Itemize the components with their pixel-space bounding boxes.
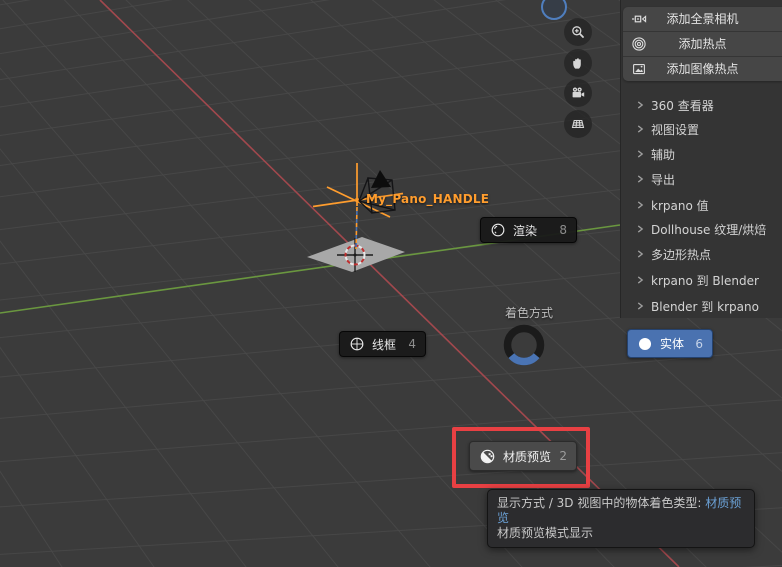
tooltip-line2: 材质预览模式显示	[497, 526, 594, 540]
add-panorama-camera-button[interactable]: 添加全景相机	[623, 7, 782, 32]
button-label: 添加全景相机	[666, 12, 739, 26]
zoom-button[interactable]	[564, 18, 592, 46]
chevron-right-icon	[633, 122, 647, 136]
object-name-label: My_Pano_HANDLE	[366, 192, 490, 206]
pie-menu-center-donut	[503, 324, 545, 366]
tooltip-line1: 显示方式 / 3D 视图中的物体着色类型: 材质预览	[497, 496, 742, 525]
pie-item-rendered[interactable]: 渲染 8	[480, 217, 577, 243]
orthographic-toggle-button[interactable]	[564, 110, 592, 138]
sidebar-button-group: 添加全景相机 添加热点 添加图像热点	[623, 7, 782, 81]
chevron-right-icon	[633, 98, 647, 112]
annotation-highlight-box	[452, 427, 590, 488]
chevron-right-icon	[633, 172, 647, 186]
pie-item-shortcut: 8	[559, 223, 567, 237]
section-label: krpano 到 Blender	[651, 273, 759, 288]
chevron-right-icon	[633, 222, 647, 236]
sidebar-section-krpano-to-blender[interactable]: krpano 到 Blender	[621, 271, 782, 289]
pie-menu-title: 着色方式	[504, 306, 554, 320]
sidebar-panel: 添加全景相机 添加热点 添加图像热点 360 查看器 视图设置 辅助 导出 kr…	[620, 0, 782, 318]
wireframe-sphere-icon	[350, 337, 364, 351]
blender-window: My_Pano_HANDLE 添加全景相机 添加热点 添加图像热点 360 查看…	[0, 0, 782, 567]
pie-item-solid[interactable]: 实体 6	[627, 329, 713, 358]
section-label: 辅助	[651, 147, 676, 162]
section-label: krpano 值	[651, 198, 709, 213]
sidebar-section-view-settings[interactable]: 视图设置	[621, 120, 782, 138]
pie-item-label: 线框	[372, 337, 397, 352]
magnifier-plus-icon	[572, 26, 584, 38]
section-label: 360 查看器	[651, 98, 714, 113]
chevron-right-icon	[633, 273, 647, 287]
pan-button[interactable]	[564, 49, 592, 77]
solid-sphere-icon	[638, 337, 652, 350]
sidebar-section-dollhouse-bake[interactable]: Dollhouse 纹理/烘焙	[621, 220, 782, 238]
camera-view-button[interactable]	[564, 79, 592, 107]
button-label: 添加热点	[678, 37, 727, 51]
relationship-line	[355, 206, 358, 250]
hand-icon	[573, 58, 581, 69]
rendered-sphere-icon	[491, 223, 505, 237]
grid-icon	[571, 119, 585, 129]
chevron-right-icon	[633, 198, 647, 212]
pie-item-wireframe[interactable]: 线框 4	[339, 331, 426, 357]
camera-icon	[572, 87, 585, 98]
section-label: 导出	[651, 172, 676, 187]
sidebar-section-polygon-hotspot[interactable]: 多边形热点	[621, 245, 782, 263]
add-hotspot-button[interactable]: 添加热点	[623, 32, 782, 57]
section-label: Blender 到 krpano	[651, 299, 759, 314]
add-image-hotspot-button[interactable]: 添加图像热点	[623, 57, 782, 81]
pie-item-label: 渲染	[513, 223, 538, 238]
section-label: 视图设置	[651, 122, 700, 137]
sidebar-section-assist[interactable]: 辅助	[621, 145, 782, 163]
pie-item-shortcut: 6	[695, 336, 703, 351]
section-label: Dollhouse 纹理/烘焙	[651, 222, 767, 237]
sidebar-section-krpano-values[interactable]: krpano 值	[621, 196, 782, 214]
sidebar-section-360-viewer[interactable]: 360 查看器	[621, 96, 782, 114]
pie-direction-arc	[508, 352, 540, 366]
pie-item-shortcut: 4	[408, 337, 416, 351]
chevron-right-icon	[633, 299, 647, 313]
sidebar-section-blender-to-krpano[interactable]: Blender 到 krpano	[621, 297, 782, 315]
chevron-right-icon	[633, 247, 647, 261]
pie-item-label: 实体	[660, 337, 685, 351]
tooltip: 显示方式 / 3D 视图中的物体着色类型: 材质预览 材质预览模式显示	[487, 489, 755, 548]
sidebar-section-export[interactable]: 导出	[621, 170, 782, 188]
button-label: 添加图像热点	[666, 62, 739, 76]
section-label: 多边形热点	[651, 247, 712, 262]
chevron-right-icon	[633, 147, 647, 161]
